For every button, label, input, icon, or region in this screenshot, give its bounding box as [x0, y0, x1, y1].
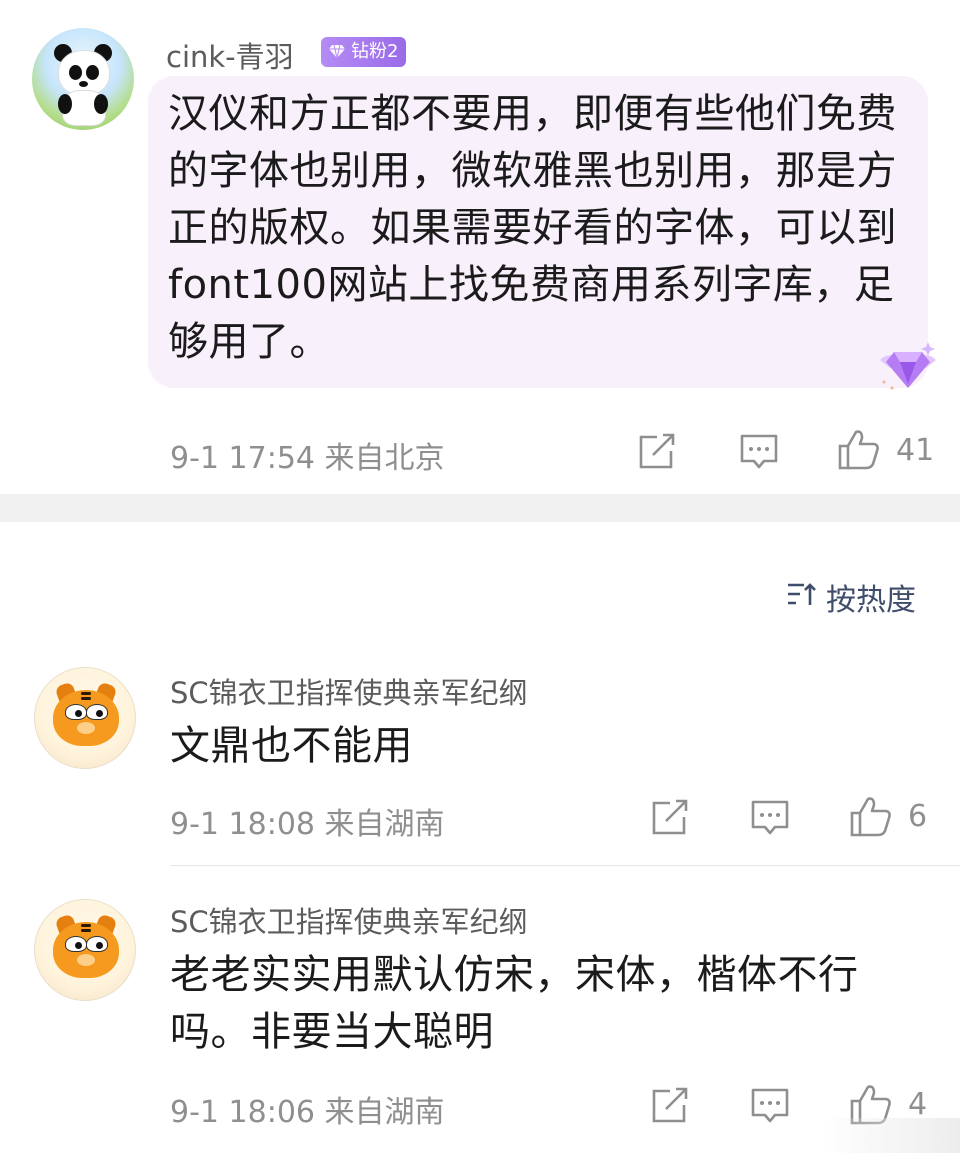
garfield-stripe — [81, 692, 91, 695]
username[interactable]: SC锦衣卫指挥使典亲军纪纲 — [170, 670, 528, 712]
garfield-stripe — [81, 929, 91, 932]
reply-separator — [170, 865, 960, 866]
reply-time-location: 9-1 18:06 来自湖南 — [170, 1095, 445, 1130]
share-icon[interactable] — [650, 799, 690, 837]
diamond-decoration-icon — [880, 342, 936, 390]
reply-text[interactable]: 老老实实用默认仿宋，宋体，楷体不行吗。非要当大聪明 — [170, 947, 910, 1061]
garfield-stripe — [81, 924, 91, 927]
section-divider — [0, 494, 960, 522]
garfield-muzzle — [77, 954, 95, 966]
diamond-icon — [329, 44, 345, 59]
panda-arm — [94, 94, 108, 114]
garfield-muzzle — [77, 722, 95, 734]
fan-badge[interactable]: 钻粉2 — [321, 37, 407, 67]
comment-icon[interactable] — [739, 433, 779, 471]
garfield-head — [53, 690, 119, 746]
garfield-eye — [65, 936, 87, 952]
sort-label: 按热度 — [826, 583, 916, 618]
garfield-stripe — [81, 697, 91, 700]
sort-icon — [788, 583, 816, 605]
garfield-eye — [65, 704, 87, 720]
panda-eye — [69, 65, 82, 80]
share-icon[interactable] — [637, 433, 677, 471]
like-icon[interactable] — [838, 428, 880, 470]
username[interactable]: cink-青羽 — [166, 34, 294, 76]
watermark-fade — [820, 1118, 960, 1153]
comment-text[interactable]: 汉仪和方正都不要用，即便有些他们免费的字体也别用，微软雅黑也别用，那是方正的版权… — [168, 86, 908, 371]
username[interactable]: SC锦衣卫指挥使典亲军纪纲 — [170, 899, 528, 941]
like-count: 41 — [896, 433, 935, 468]
panda-nose — [79, 81, 88, 87]
avatar-cink[interactable] — [32, 28, 134, 130]
comment-time-location: 9-1 17:54 来自北京 — [170, 441, 445, 476]
reply-text[interactable]: 文鼎也不能用 — [170, 718, 930, 775]
comment-icon[interactable] — [750, 799, 790, 837]
badge-label: 钻粉2 — [351, 41, 399, 62]
avatar-garfield[interactable] — [34, 899, 136, 1001]
share-icon[interactable] — [650, 1087, 690, 1125]
reply-time-location: 9-1 18:08 来自湖南 — [170, 807, 445, 842]
avatar-garfield[interactable] — [34, 667, 136, 769]
garfield-head — [53, 922, 119, 978]
like-count: 6 — [908, 799, 928, 834]
garfield-eye — [86, 936, 108, 952]
panda-arm — [58, 94, 72, 114]
comment-icon[interactable] — [750, 1087, 790, 1125]
garfield-eye — [86, 704, 108, 720]
like-icon[interactable] — [850, 795, 892, 837]
panda-eye — [86, 65, 99, 80]
like-count: 4 — [908, 1087, 928, 1122]
